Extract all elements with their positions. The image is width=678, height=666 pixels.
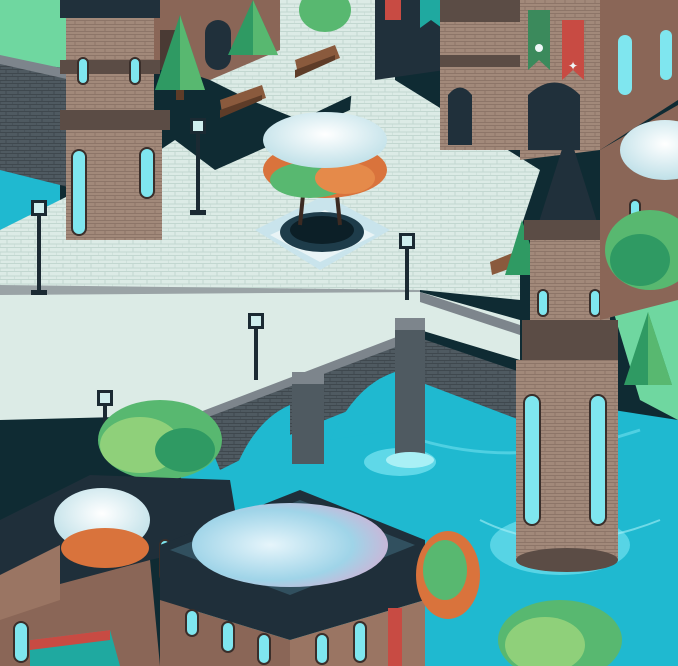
game-scene[interactable]: ✦ xyxy=(0,0,678,666)
round-tree-icon[interactable] xyxy=(416,531,480,619)
isometric-town-view[interactable]: ✦ xyxy=(0,0,678,666)
banner-flag-icon xyxy=(388,608,402,666)
tower-icon[interactable] xyxy=(440,0,520,150)
round-tree-icon[interactable] xyxy=(98,400,222,480)
tower-icon[interactable] xyxy=(60,0,170,240)
svg-text:✦: ✦ xyxy=(568,59,578,73)
gatehouse[interactable] xyxy=(375,0,445,80)
